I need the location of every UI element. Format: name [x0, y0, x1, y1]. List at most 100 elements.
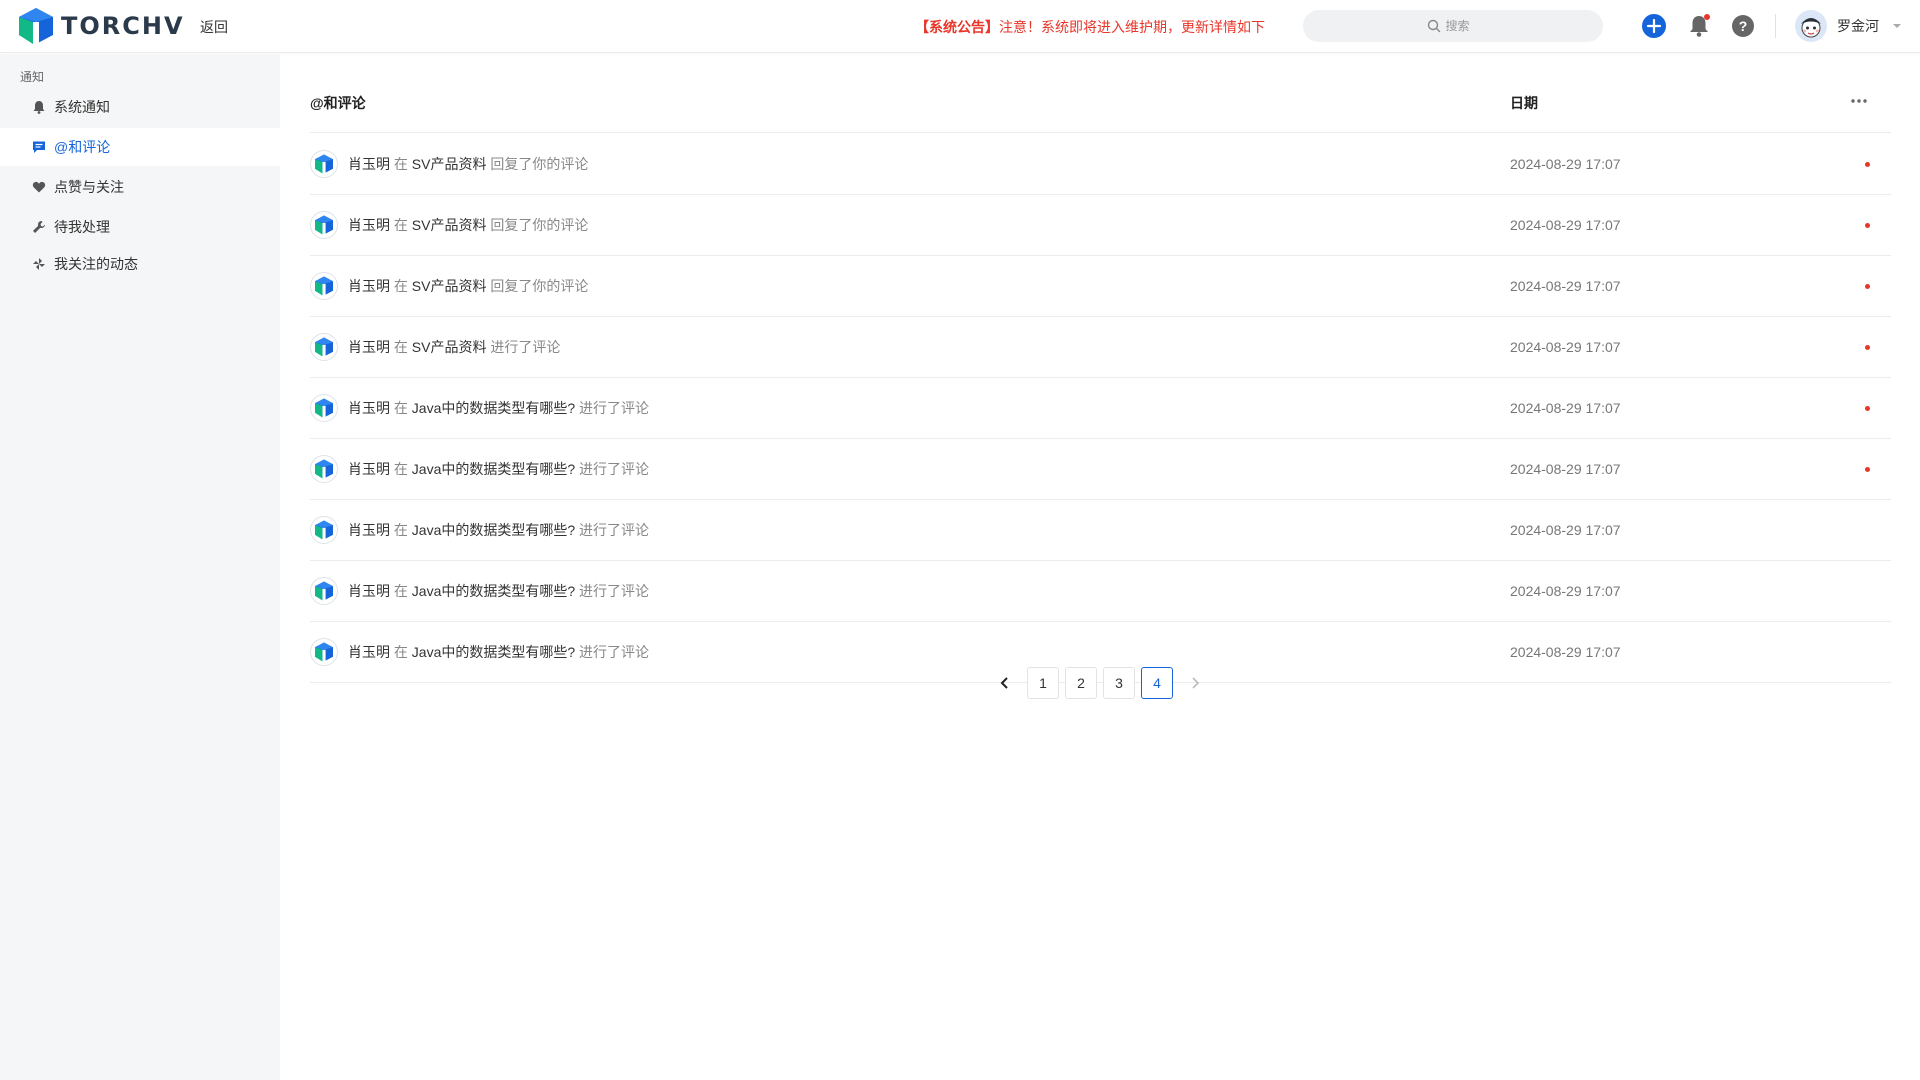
row-date: 2024-08-29 17:07	[1510, 461, 1621, 477]
search-icon	[1427, 19, 1440, 33]
sidebar-item-label: 待我处理	[54, 219, 110, 235]
row-action: 回复了你的评论	[490, 278, 589, 294]
torchv-logo-icon	[315, 337, 333, 357]
unread-dot	[1865, 283, 1870, 289]
row-message: 肖玉明 在 SV产品资料 回复了你的评论	[348, 276, 588, 296]
row-message: 肖玉明 在 Java中的数据类型有哪些? 进行了评论	[348, 398, 649, 418]
row-message: 肖玉明 在 Java中的数据类型有哪些? 进行了评论	[348, 581, 649, 601]
page-2-button[interactable]: 2	[1065, 667, 1097, 699]
row-target[interactable]: Java中的数据类型有哪些?	[412, 522, 575, 538]
torchv-logo-icon	[315, 459, 333, 479]
pagination: 1 2 3 4	[0, 667, 1920, 699]
torchv-logo-icon	[315, 398, 333, 418]
announcement-tag: 【系统公告】	[915, 19, 999, 35]
system-announcement[interactable]: 【系统公告】注意！系统即将进入维护期，更新详情如下	[915, 17, 1265, 37]
search-input[interactable]	[1445, 19, 1480, 33]
table-row[interactable]: 肖玉明 在 SV产品资料 回复了你的评论 2024-08-29 17:07	[310, 195, 1891, 256]
row-preposition: 在	[393, 522, 408, 538]
row-message: 肖玉明 在 Java中的数据类型有哪些? 进行了评论	[348, 642, 649, 662]
user-menu[interactable]: 罗金河	[1795, 10, 1901, 42]
torchv-logo-icon	[315, 276, 333, 296]
search-box[interactable]	[1303, 10, 1603, 42]
row-target[interactable]: SV产品资料	[412, 217, 487, 233]
chevron-left-icon	[1000, 677, 1008, 689]
row-preposition: 在	[393, 583, 408, 599]
row-date: 2024-08-29 17:07	[1510, 156, 1621, 172]
table-row[interactable]: 肖玉明 在 Java中的数据类型有哪些? 进行了评论 2024-08-29 17:…	[310, 378, 1891, 439]
row-target[interactable]: Java中的数据类型有哪些?	[412, 583, 575, 599]
date-column-header: 日期	[1510, 95, 1538, 111]
row-message: 肖玉明 在 SV产品资料 回复了你的评论	[348, 215, 588, 235]
row-user: 肖玉明	[348, 278, 390, 294]
chevron-right-icon	[1192, 677, 1200, 689]
table-row[interactable]: 肖玉明 在 SV产品资料 回复了你的评论 2024-08-29 17:07	[310, 256, 1891, 317]
user-avatar	[310, 638, 338, 666]
row-target[interactable]: SV产品资料	[412, 156, 487, 172]
user-avatar	[310, 333, 338, 361]
row-date: 2024-08-29 17:07	[1510, 217, 1621, 233]
unread-dot	[1865, 344, 1870, 350]
notification-dot	[1704, 14, 1710, 20]
row-action: 进行了评论	[579, 461, 650, 477]
prev-page-button[interactable]	[989, 667, 1021, 699]
user-avatar	[310, 150, 338, 178]
row-preposition: 在	[393, 644, 408, 660]
row-user: 肖玉明	[348, 156, 390, 172]
table-row[interactable]: 肖玉明 在 Java中的数据类型有哪些? 进行了评论 2024-08-29 17:…	[310, 439, 1891, 500]
row-user: 肖玉明	[348, 217, 390, 233]
row-user: 肖玉明	[348, 644, 390, 660]
page-3-button[interactable]: 3	[1103, 667, 1135, 699]
more-options-button[interactable]	[1850, 91, 1868, 109]
next-page-button[interactable]	[1179, 667, 1211, 699]
pinwheel-icon	[31, 256, 47, 272]
row-action: 进行了评论	[490, 339, 561, 355]
row-target[interactable]: Java中的数据类型有哪些?	[412, 400, 575, 416]
add-button[interactable]	[1641, 13, 1667, 39]
row-target[interactable]: Java中的数据类型有哪些?	[412, 644, 575, 660]
sidebar-item-label: 我关注的动态	[54, 256, 138, 272]
table-row[interactable]: 肖玉明 在 SV产品资料 回复了你的评论 2024-08-29 17:07	[310, 134, 1891, 195]
row-target[interactable]: SV产品资料	[412, 339, 487, 355]
sidebar: 通知 系统通知 @和评论 点赞与关注 待我处理 我关注的动态	[0, 54, 280, 1080]
sidebar-item-label: @和评论	[54, 139, 111, 155]
row-preposition: 在	[393, 217, 408, 233]
more-icon	[1851, 99, 1867, 103]
row-target[interactable]: SV产品资料	[412, 278, 487, 294]
notifications-button[interactable]	[1686, 13, 1712, 39]
torchv-logo[interactable]: TORCHV	[19, 8, 185, 44]
unread-dot	[1865, 222, 1870, 228]
row-action: 进行了评论	[579, 644, 650, 660]
help-button[interactable]: ?	[1730, 13, 1756, 39]
torchv-logo-icon	[315, 642, 333, 662]
row-action: 回复了你的评论	[490, 156, 589, 172]
user-avatar	[1795, 10, 1827, 42]
sidebar-item-label: 系统通知	[54, 99, 110, 115]
sidebar-item-following-activity[interactable]: 我关注的动态	[0, 245, 280, 283]
row-user: 肖玉明	[348, 400, 390, 416]
row-date: 2024-08-29 17:07	[1510, 278, 1621, 294]
row-action: 进行了评论	[579, 522, 650, 538]
row-preposition: 在	[393, 461, 408, 477]
sidebar-item-likes-follows[interactable]: 点赞与关注	[0, 168, 280, 206]
sidebar-item-mentions-comments[interactable]: @和评论	[0, 128, 280, 166]
unread-dot	[1865, 161, 1870, 167]
table-row[interactable]: 肖玉明 在 Java中的数据类型有哪些? 进行了评论 2024-08-29 17:…	[310, 561, 1891, 622]
table-row[interactable]: 肖玉明 在 SV产品资料 进行了评论 2024-08-29 17:07	[310, 317, 1891, 378]
announcement-text: 注意！系统即将进入维护期，更新详情如下	[999, 19, 1265, 35]
table-row[interactable]: 肖玉明 在 Java中的数据类型有哪些? 进行了评论 2024-08-29 17:…	[310, 500, 1891, 561]
row-target[interactable]: Java中的数据类型有哪些?	[412, 461, 575, 477]
top-bar: TORCHV 返回 【系统公告】注意！系统即将进入维护期，更新详情如下 ?	[0, 0, 1920, 53]
heart-icon	[31, 179, 47, 195]
page-4-button[interactable]: 4	[1141, 667, 1173, 699]
sidebar-section-title: 通知	[20, 70, 45, 84]
sidebar-item-pending[interactable]: 待我处理	[0, 208, 280, 246]
row-preposition: 在	[393, 278, 408, 294]
user-avatar	[310, 577, 338, 605]
page-1-button[interactable]: 1	[1027, 667, 1059, 699]
sidebar-item-label: 点赞与关注	[54, 179, 124, 195]
sidebar-item-system-notifications[interactable]: 系统通知	[0, 88, 280, 126]
back-link[interactable]: 返回	[200, 17, 228, 37]
row-action: 进行了评论	[579, 400, 650, 416]
row-date: 2024-08-29 17:07	[1510, 400, 1621, 416]
user-avatar	[310, 272, 338, 300]
